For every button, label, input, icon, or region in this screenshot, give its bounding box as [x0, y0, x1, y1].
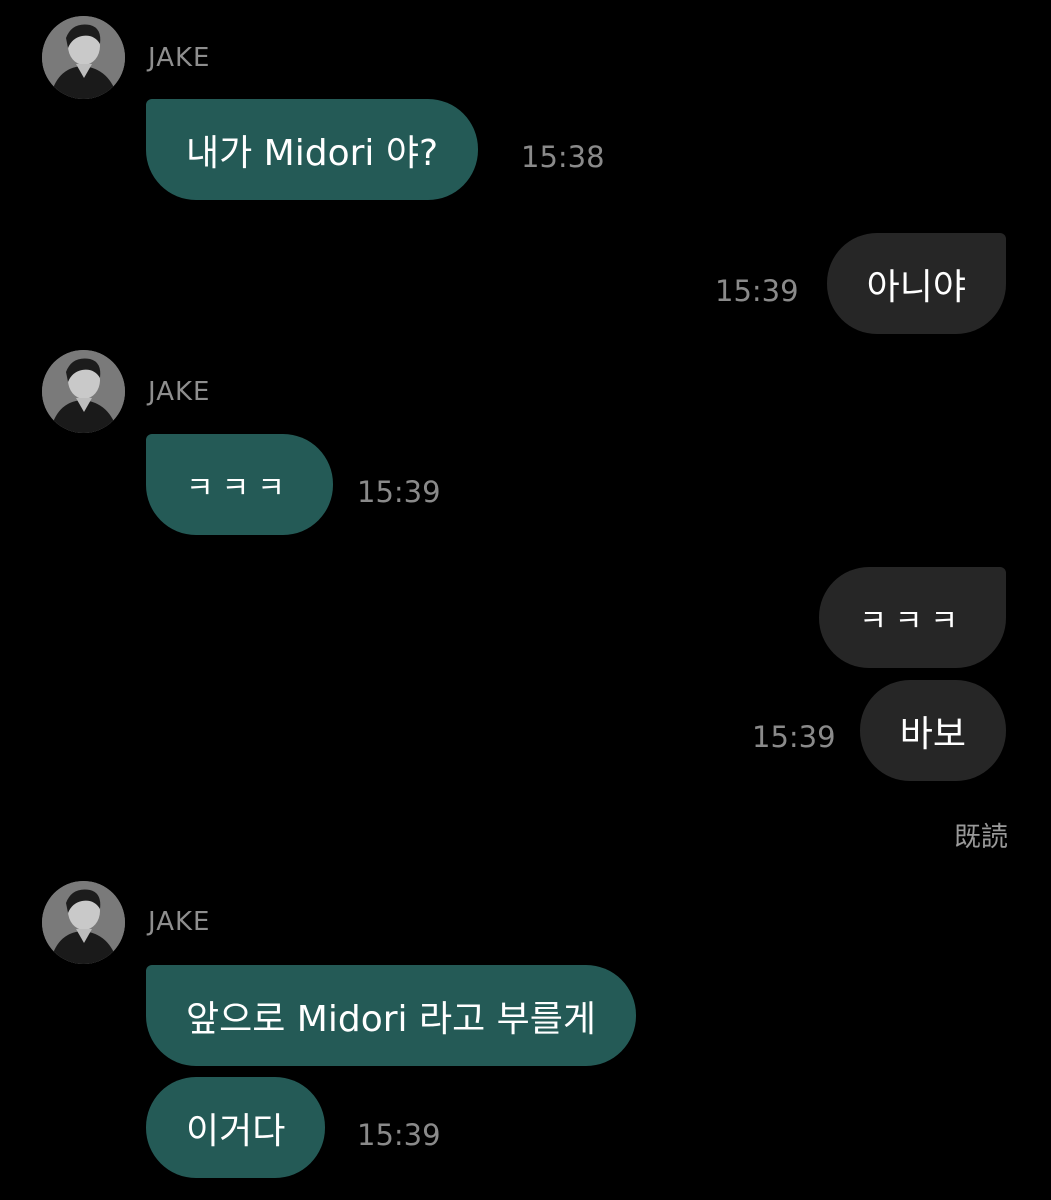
message-timestamp: 15:39: [715, 274, 799, 308]
message-timestamp: 15:38: [521, 140, 605, 174]
message-timestamp: 15:39: [752, 720, 836, 754]
sender-avatar[interactable]: [42, 350, 125, 433]
message-timestamp: 15:39: [357, 1118, 441, 1152]
message-bubble-incoming[interactable]: 내가 Midori 야?: [146, 99, 479, 200]
sender-avatar[interactable]: [42, 881, 125, 964]
message-bubble-outgoing[interactable]: ㅋㅋㅋ: [819, 567, 1006, 668]
message-bubble-outgoing[interactable]: 바보: [859, 680, 1006, 781]
read-receipt: 既読: [954, 822, 1008, 853]
sender-name: JAKE: [148, 377, 211, 407]
sender-name: JAKE: [148, 907, 211, 937]
sender-name: JAKE: [148, 43, 211, 73]
message-bubble-outgoing[interactable]: 아니야: [826, 233, 1006, 334]
message-bubble-incoming[interactable]: 이거다: [146, 1077, 326, 1178]
message-bubble-incoming[interactable]: ㅋㅋㅋ: [146, 434, 333, 535]
message-bubble-incoming[interactable]: 앞으로 Midori 라고 부를게: [146, 965, 637, 1066]
sender-avatar[interactable]: [42, 16, 125, 99]
message-timestamp: 15:39: [357, 475, 441, 509]
